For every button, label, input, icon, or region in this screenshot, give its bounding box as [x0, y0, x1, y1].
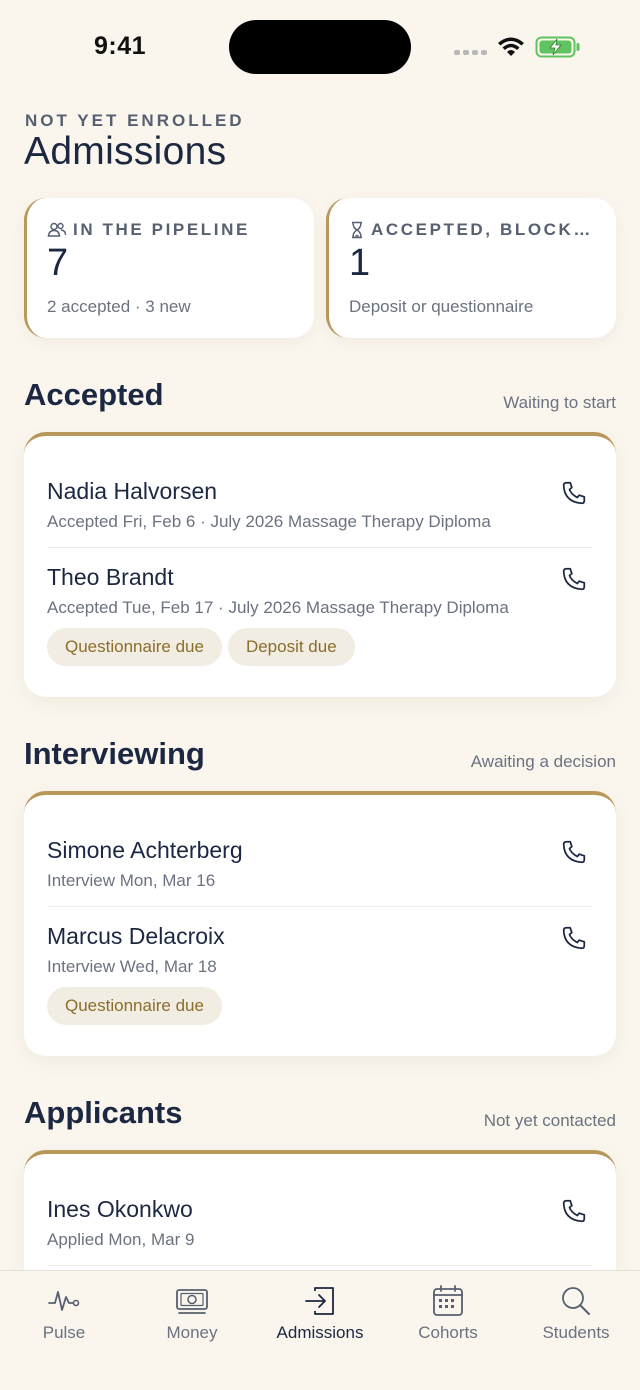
tab-pulse[interactable]: Pulse [0, 1283, 128, 1343]
person-name: Theo Brandt [47, 564, 174, 590]
stat-subtext: Deposit or questionnaire [349, 297, 534, 316]
stat-subtext: 2 accepted · 3 new [47, 297, 191, 316]
person-meta: Accepted Fri, Feb 6 · July 2026 Massage … [47, 512, 491, 531]
row-divider [47, 906, 593, 907]
row-divider [47, 1265, 593, 1266]
section-note-applicants: Not yet contacted [483, 1111, 616, 1130]
tab-admissions[interactable]: Admissions [256, 1283, 384, 1343]
status-time: 9:41 [94, 32, 147, 60]
accepted-card: Nadia Halvorsen Accepted Fri, Feb 6 · Ju… [24, 432, 616, 697]
stat-label: ACCEPTED, BLOCK… [349, 220, 593, 240]
phone-icon[interactable] [561, 480, 587, 506]
tab-bar: Pulse Money Admissions Cohorts Students [0, 1270, 640, 1390]
stat-value: 1 [349, 242, 371, 284]
battery-charging-icon [535, 36, 580, 58]
tab-money[interactable]: Money [128, 1283, 256, 1343]
deposit-due-badge: Deposit due [227, 628, 355, 666]
person-meta: Applied Mon, Mar 9 [47, 1230, 195, 1249]
people-icon [47, 222, 67, 237]
cellular-signal-icon [454, 50, 487, 55]
person-meta: Interview Mon, Mar 16 [47, 871, 216, 890]
pulse-icon [48, 1291, 80, 1311]
search-icon [562, 1287, 590, 1315]
questionnaire-due-badge: Questionnaire due [47, 987, 222, 1025]
phone-icon[interactable] [561, 839, 587, 865]
wifi-icon [498, 37, 524, 56]
section-note-interviewing: Awaiting a decision [470, 752, 616, 771]
person-name: Ines Okonkwo [47, 1196, 193, 1222]
person-name: Simone Achterberg [47, 837, 243, 863]
tab-label: Cohorts [418, 1323, 478, 1342]
row-divider [47, 547, 593, 548]
dynamic-island [229, 20, 411, 74]
stat-card-accepted-blocked[interactable]: ACCEPTED, BLOCK… 1 Deposit or questionna… [326, 198, 616, 338]
admissions-icon [305, 1287, 334, 1315]
page-eyebrow: NOT YET ENROLLED [25, 111, 245, 130]
list-item[interactable]: Nadia Halvorsen Accepted Fri, Feb 6 · Ju… [47, 478, 593, 548]
tab-cohorts[interactable]: Cohorts [384, 1283, 512, 1343]
list-item[interactable]: Marcus Delacroix Interview Wed, Mar 18 Q… [47, 923, 593, 1025]
list-item[interactable]: Simone Achterberg Interview Mon, Mar 16 [47, 837, 593, 907]
status-bar: 9:41 [0, 0, 640, 96]
tab-label: Pulse [42, 1323, 86, 1342]
person-name: Marcus Delacroix [47, 923, 225, 949]
list-item[interactable]: Theo Brandt Accepted Tue, Feb 17 · July … [47, 564, 593, 666]
stat-label: IN THE PIPELINE [47, 220, 250, 240]
interviewing-card: Simone Achterberg Interview Mon, Mar 16 … [24, 791, 616, 1056]
phone-icon[interactable] [561, 1198, 587, 1224]
phone-icon[interactable] [561, 925, 587, 951]
tab-label: Admissions [276, 1323, 364, 1342]
page-title: Admissions [24, 130, 227, 173]
hourglass-icon [352, 221, 362, 239]
person-name: Nadia Halvorsen [47, 478, 218, 504]
questionnaire-due-badge: Questionnaire due [47, 628, 222, 666]
money-icon [176, 1289, 208, 1314]
section-title-applicants: Applicants [24, 1095, 183, 1130]
list-item[interactable]: Ines Okonkwo Applied Mon, Mar 9 [47, 1196, 593, 1266]
phone-icon[interactable] [561, 566, 587, 592]
stat-value: 7 [47, 242, 69, 284]
stat-label-text: ACCEPTED, BLOCK… [371, 220, 593, 239]
tab-students[interactable]: Students [512, 1283, 640, 1343]
section-title-accepted: Accepted [24, 377, 164, 412]
person-meta: Accepted Tue, Feb 17 · July 2026 Massage… [47, 598, 509, 617]
tab-label: Money [166, 1323, 218, 1342]
section-note-accepted: Waiting to start [503, 393, 616, 412]
tag-group: Questionnaire due Deposit due [47, 628, 355, 666]
section-title-interviewing: Interviewing [24, 736, 205, 771]
tag-group: Questionnaire due [47, 987, 222, 1025]
person-meta: Interview Wed, Mar 18 [47, 957, 217, 976]
tab-label: Students [542, 1323, 610, 1342]
stat-card-pipeline[interactable]: IN THE PIPELINE 7 2 accepted · 3 new [24, 198, 314, 338]
calendar-icon [433, 1285, 463, 1316]
stat-label-text: IN THE PIPELINE [73, 220, 250, 239]
